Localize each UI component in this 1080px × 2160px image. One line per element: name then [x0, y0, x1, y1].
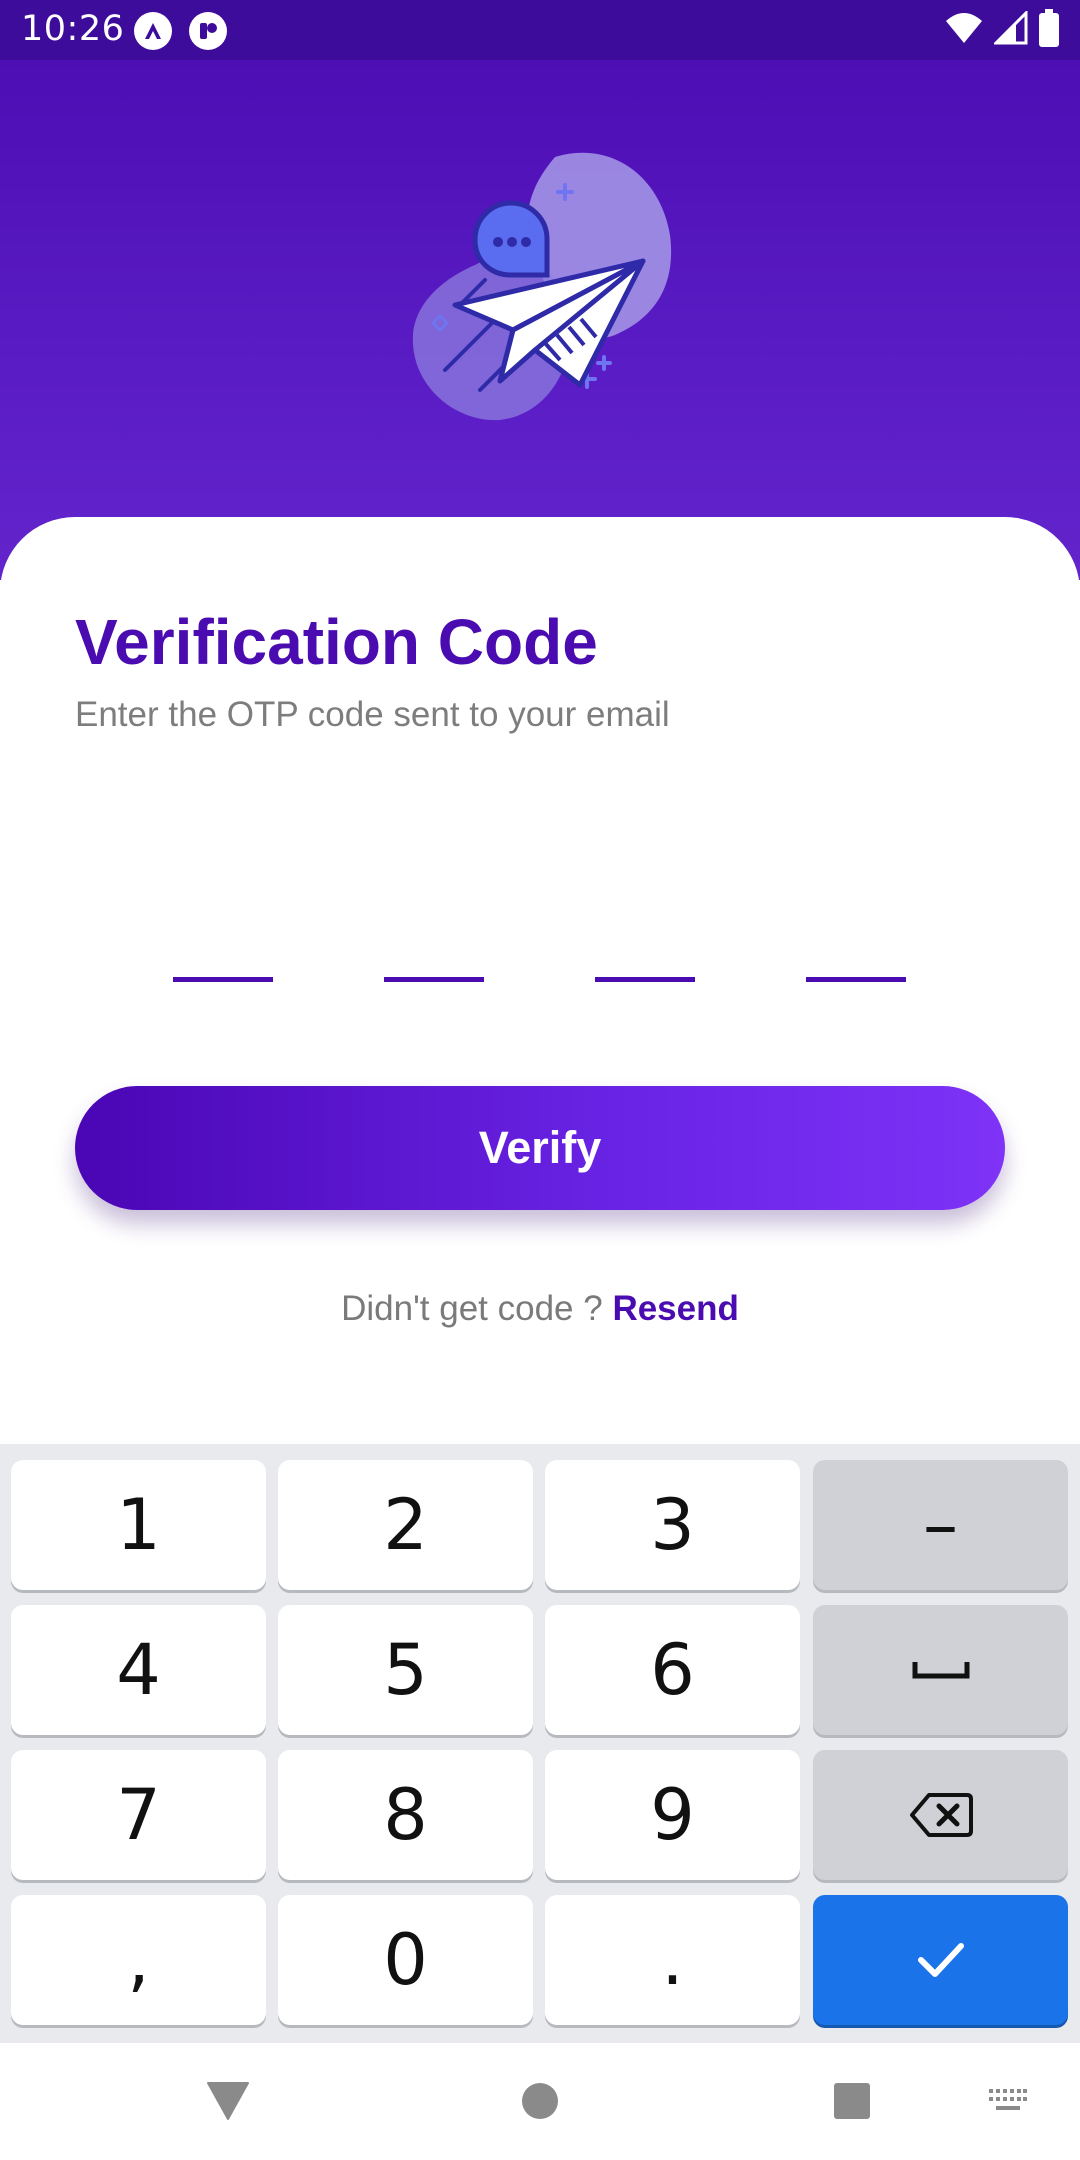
app-r-icon	[189, 12, 227, 50]
cell-signal-icon	[992, 8, 1028, 50]
status-time: 10:26	[21, 9, 125, 49]
key-dash[interactable]: –	[813, 1460, 1068, 1590]
otp-digit-2[interactable]	[384, 942, 484, 982]
status-bar: 10:26	[0, 0, 1080, 60]
home-circle-icon	[522, 2083, 558, 2119]
key-backspace[interactable]	[813, 1750, 1068, 1880]
keyboard-switch-icon	[989, 2089, 1027, 2110]
checkmark-icon	[917, 1943, 964, 1977]
key-period[interactable]: .	[545, 1895, 800, 2025]
wifi-icon	[944, 11, 984, 50]
key-5[interactable]: 5	[278, 1605, 533, 1735]
otp-input-row	[173, 942, 908, 982]
key-1[interactable]: 1	[11, 1460, 266, 1590]
otp-digit-1[interactable]	[173, 942, 273, 982]
resend-link[interactable]: Resend	[612, 1289, 738, 1328]
key-0[interactable]: 0	[278, 1895, 533, 2025]
key-8[interactable]: 8	[278, 1750, 533, 1880]
key-2[interactable]: 2	[278, 1460, 533, 1590]
key-3[interactable]: 3	[545, 1460, 800, 1590]
nav-back-button[interactable]	[188, 2073, 268, 2129]
otp-digit-3[interactable]	[595, 942, 695, 982]
numeric-keyboard: 1 2 3 – 4 5 6 7 8 9 , 0 .	[0, 1444, 1080, 2043]
space-icon	[912, 1662, 969, 1679]
verify-button[interactable]: Verify	[75, 1086, 1005, 1210]
key-done[interactable]	[813, 1895, 1068, 2025]
recents-square-icon	[834, 2083, 870, 2119]
backspace-icon	[909, 1793, 973, 1837]
nav-keyboard-button[interactable]	[968, 2073, 1048, 2129]
verification-card: Verification Code Enter the OTP code sen…	[0, 517, 1080, 1447]
paper-plane-chat-icon	[412, 152, 672, 421]
page-subtitle: Enter the OTP code sent to your email	[75, 695, 670, 734]
otp-digit-4[interactable]	[806, 942, 906, 982]
key-space[interactable]	[813, 1605, 1068, 1735]
key-comma[interactable]: ,	[11, 1895, 266, 2025]
resend-prompt: Didn't get code ?	[341, 1289, 603, 1328]
page-title: Verification Code	[75, 606, 598, 678]
key-9[interactable]: 9	[545, 1750, 800, 1880]
back-triangle-icon	[207, 2082, 249, 2120]
battery-icon	[1038, 8, 1060, 52]
nav-recents-button[interactable]	[812, 2073, 892, 2129]
system-nav-bar	[0, 2043, 1080, 2160]
nav-home-button[interactable]	[500, 2073, 580, 2129]
resend-row: Didn't get code ? Resend	[0, 1289, 1080, 1329]
app-a-icon	[134, 12, 172, 50]
header-banner	[0, 60, 1080, 580]
key-6[interactable]: 6	[545, 1605, 800, 1735]
key-7[interactable]: 7	[11, 1750, 266, 1880]
key-4[interactable]: 4	[11, 1605, 266, 1735]
